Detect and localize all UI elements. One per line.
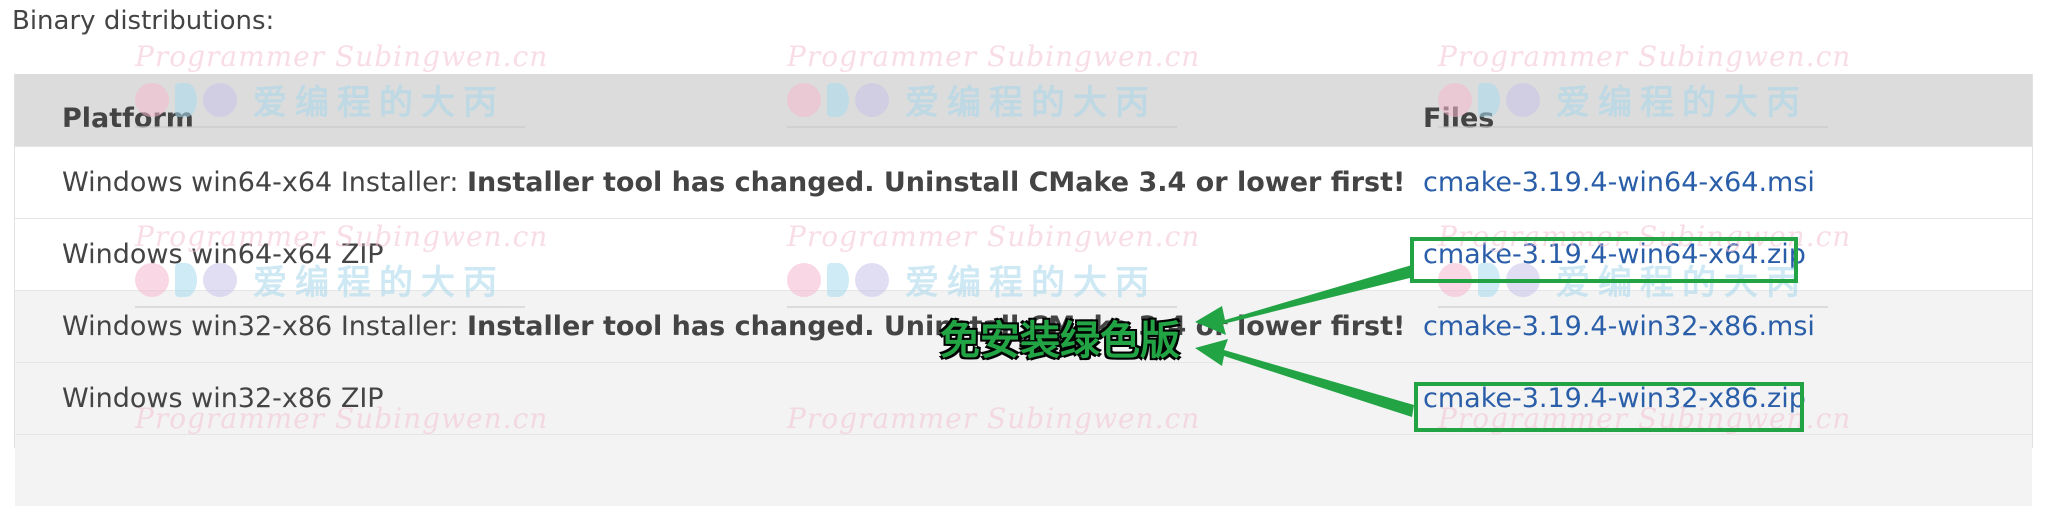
highlight-box-win64-zip [1410,237,1798,283]
section-heading: Binary distributions: [12,6,275,36]
column-header-files: Files [1376,74,2032,146]
platform-name: Windows win64-x64 ZIP [62,238,384,270]
file-cell: cmake-3.19.4-win64-x64.msi [1376,145,2032,218]
platform-note: Installer tool has changed. Uninstall CM… [467,166,1406,198]
table-row: Windows win64-x64 Installer: Installer t… [15,145,2032,218]
annotation-label: 免安装绿色版 [940,318,1180,364]
table-header-row: Platform Files [15,74,2032,146]
platform-cell: Windows win32-x86 ZIP [15,361,1376,434]
table-row [15,433,2032,506]
platform-note: Installer tool has changed. Uninstall CM… [467,310,1406,342]
platform-cell: Windows win64-x64 ZIP [15,217,1376,290]
platform-name: Windows win32-x86 Installer: [62,310,468,342]
file-cell: cmake-3.19.4-win32-x86.msi [1376,289,2032,362]
watermark-site: Programmer Subingwen.cn [135,40,549,73]
watermark-site: Programmer Subingwen.cn [1438,40,1852,73]
watermark-site: Programmer Subingwen.cn [787,40,1201,73]
column-header-platform: Platform [15,74,1376,146]
platform-cell: Windows win64-x64 Installer: Installer t… [15,145,1405,218]
download-link-win32-msi[interactable]: cmake-3.19.4-win32-x86.msi [1423,311,1815,342]
platform-name: Windows win64-x64 Installer: [62,166,468,198]
platform-name: Windows win32-x86 ZIP [62,382,384,414]
download-link-win64-msi[interactable]: cmake-3.19.4-win64-x64.msi [1423,167,1815,198]
highlight-box-win32-zip [1414,382,1804,432]
